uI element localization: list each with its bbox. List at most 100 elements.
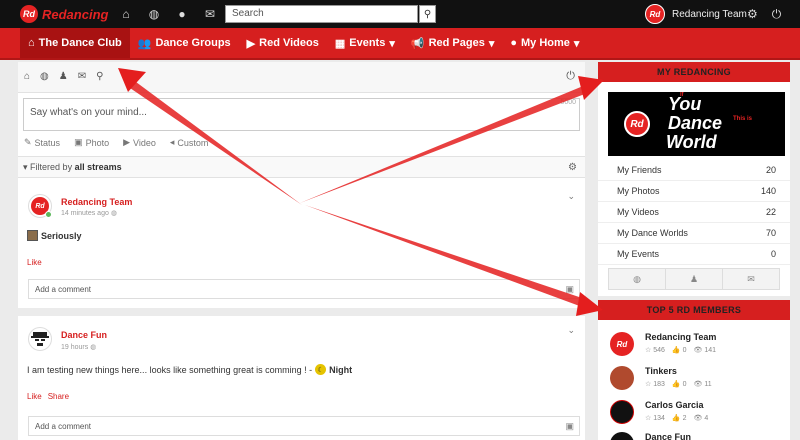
stream-filter[interactable]: ▾ Filtered by all streams ⚙	[18, 156, 585, 178]
users-icon: 👥	[137, 37, 152, 50]
star-count: 183	[653, 381, 665, 388]
nav-label: Dance Groups	[155, 37, 231, 49]
banner-logo: Rd	[624, 111, 650, 137]
panel-title: TOP 5 RD MEMBERS	[598, 300, 790, 320]
like-count: 0	[682, 347, 687, 354]
tab-custom[interactable]: ◂ Custom	[170, 137, 209, 148]
gear-icon[interactable]: ⚙	[747, 7, 758, 22]
search-icon[interactable]: ⚲	[96, 71, 103, 82]
caret-down-icon: ▾	[488, 37, 495, 50]
nav-dance-groups[interactable]: 👥 Dance Groups	[130, 28, 239, 58]
view-count: 4	[704, 415, 709, 422]
power-icon[interactable]: ⏻	[566, 70, 575, 83]
stat-dance-worlds[interactable]: My Dance Worlds 70	[598, 223, 790, 244]
mail-icon[interactable]: ✉	[202, 6, 218, 22]
banner-text: This is	[733, 116, 753, 122]
globe-icon[interactable]: ◍	[40, 71, 49, 82]
top-members-panel: TOP 5 RD MEMBERS Rd Redancing Team ☆ 546…	[598, 300, 790, 440]
thumbs-up-icon: 👍 2	[671, 415, 687, 422]
search-input[interactable]: Search	[225, 5, 418, 23]
home-icon: ⌂	[28, 37, 35, 49]
view-count: 11	[704, 381, 712, 388]
globe-icon: ◍	[110, 210, 117, 217]
eye-icon: 👁 141	[693, 347, 717, 354]
bullhorn-icon: 📢	[410, 37, 425, 50]
post-time-text: 14 minutes ago	[61, 210, 109, 217]
stat-photos[interactable]: My Photos 140	[598, 181, 790, 202]
chevron-down-icon: ▾	[23, 162, 28, 172]
comment-input[interactable]: Add a comment ▣	[28, 416, 580, 436]
home-icon[interactable]: ⌂	[118, 6, 134, 22]
stat-friends[interactable]: My Friends 20	[598, 160, 790, 181]
stream-toolbar: ⌂ ◍ ♟ ✉ ⚲ ⏻	[18, 62, 585, 93]
avatar	[610, 400, 634, 424]
power-icon[interactable]: ⏻	[772, 7, 782, 22]
nav-red-pages[interactable]: 📢 Red Pages ▾	[403, 28, 502, 58]
user-icon: ●	[510, 37, 518, 49]
camera-icon[interactable]: ▣	[565, 421, 574, 432]
post-content: I am testing new things here... looks li…	[27, 364, 352, 375]
nav-my-home[interactable]: ● My Home ▾	[502, 28, 587, 58]
star-icon: ☆ 134	[645, 415, 665, 422]
stat-label: My Videos	[617, 207, 659, 217]
comment-placeholder: Add a comment	[35, 422, 92, 431]
camera-icon[interactable]: ▣	[565, 284, 574, 295]
users-icon[interactable]: ♟	[59, 71, 68, 82]
like-count: 2	[682, 415, 687, 422]
nav-red-videos[interactable]: ▶ Red Videos	[239, 28, 327, 58]
search-icon: ⚲	[423, 8, 432, 20]
character-counter: 5000	[560, 99, 576, 106]
member-name[interactable]: Redancing Team	[645, 332, 716, 342]
globe-icon[interactable]: ◍	[609, 269, 666, 289]
tab-photo[interactable]: ▣ Photo	[74, 137, 109, 148]
caret-down-icon: ▾	[573, 37, 580, 50]
post-time-text: 19 hours	[61, 344, 89, 351]
composer-placeholder: Say what's on your mind...	[30, 107, 147, 118]
nav-the-dance-club[interactable]: ⌂ The Dance Club	[20, 28, 130, 58]
user-avatar: Rd	[645, 4, 665, 24]
promo-banner[interactable]: If You Dance This is World Rd	[608, 92, 785, 156]
site-logo[interactable]: Rd Redancing	[20, 5, 108, 23]
chevron-down-icon[interactable]: ⌄	[567, 191, 575, 202]
pencil-icon: ✎	[24, 137, 32, 147]
stat-videos[interactable]: My Videos 22	[598, 202, 790, 223]
tab-video[interactable]: ▶ Video	[123, 137, 156, 148]
globe-icon[interactable]: ◍	[146, 6, 162, 22]
avatar[interactable]	[28, 327, 52, 351]
nav-events[interactable]: ▦ Events ▾	[327, 28, 403, 58]
search-button[interactable]: ⚲	[419, 5, 436, 23]
nav-label: Red Videos	[259, 37, 319, 49]
member-name[interactable]: Dance Fun	[645, 432, 691, 440]
like-link[interactable]: Like	[27, 258, 42, 267]
post-author[interactable]: Dance Fun	[61, 330, 107, 340]
post-thumbnail[interactable]	[27, 230, 38, 241]
play-icon: ▶	[246, 37, 256, 50]
home-icon[interactable]: ⌂	[24, 71, 30, 82]
stat-events[interactable]: My Events 0	[598, 244, 790, 265]
user-icon[interactable]: ●	[174, 6, 190, 22]
avatar[interactable]: Rd	[28, 194, 52, 218]
user-menu[interactable]: Rd Redancing Team	[645, 4, 747, 24]
stat-value: 22	[765, 207, 776, 217]
stat-value: 140	[760, 186, 776, 196]
post-time: 19 hours ◍	[61, 343, 96, 351]
post-text: Seriously	[41, 230, 82, 241]
gear-icon[interactable]: ⚙	[568, 162, 577, 173]
share-link[interactable]: Share	[48, 392, 69, 401]
like-link[interactable]: Like	[27, 392, 42, 401]
users-icon[interactable]: ♟	[666, 269, 723, 289]
comment-input[interactable]: Add a comment ▣	[28, 279, 580, 299]
post-author[interactable]: Redancing Team	[61, 197, 132, 207]
view-count: 141	[704, 347, 717, 354]
star-icon: ☆ 183	[645, 381, 665, 388]
member-name[interactable]: Tinkers	[645, 366, 677, 376]
chevron-down-icon[interactable]: ⌄	[567, 325, 575, 336]
member-name[interactable]: Carlos Garcia	[645, 400, 704, 410]
mail-icon[interactable]: ✉	[723, 269, 779, 289]
nav-label: Events	[349, 37, 386, 49]
logo-badge: Rd	[20, 5, 38, 23]
status-composer[interactable]: Say what's on your mind... 5000	[23, 98, 580, 131]
filter-value: all streams	[74, 162, 122, 172]
mail-icon[interactable]: ✉	[78, 71, 86, 82]
tab-status[interactable]: ✎ Status	[24, 137, 60, 148]
